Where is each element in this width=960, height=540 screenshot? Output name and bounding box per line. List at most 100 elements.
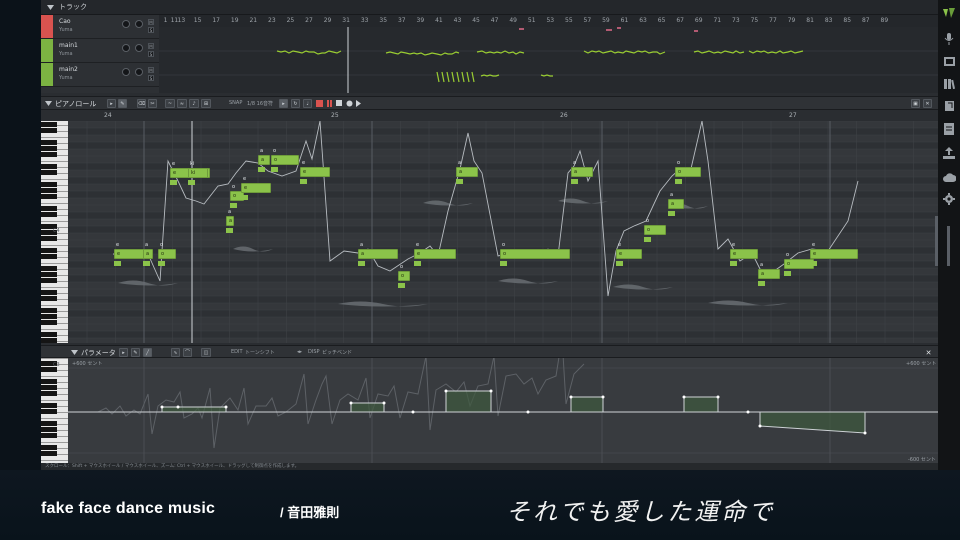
snap-value[interactable]: 1/8 16音符 (247, 100, 273, 107)
edit-parameter-select[interactable]: トーンシフト (245, 349, 275, 356)
gear-icon[interactable] (942, 192, 956, 206)
microphone-icon[interactable] (942, 32, 956, 46)
note-attribute-icon[interactable] (810, 261, 817, 266)
pan-knob[interactable] (135, 20, 143, 28)
param-smooth-button[interactable]: ⌒ (183, 348, 192, 357)
export-icon[interactable] (942, 146, 956, 160)
note-block[interactable]: e (241, 183, 271, 193)
black-key[interactable] (41, 194, 57, 199)
note-block[interactable]: ki (188, 168, 208, 178)
note-block[interactable]: o (398, 271, 410, 281)
note-block[interactable]: e (810, 249, 858, 259)
solo-button[interactable]: S (148, 27, 154, 33)
track-row[interactable]: Cao Yuma M S (41, 15, 159, 39)
note-attribute-icon[interactable] (188, 180, 195, 185)
black-key[interactable] (41, 421, 57, 426)
solo-button[interactable]: S (148, 75, 154, 81)
note-attribute-icon[interactable] (143, 261, 150, 266)
piano-roll-ruler[interactable]: 24 25 26 27 (68, 111, 938, 121)
record-icon[interactable] (316, 100, 323, 107)
black-key[interactable] (41, 427, 57, 432)
note-block[interactable]: a (456, 167, 478, 177)
eraser-tool-button[interactable]: ⌫ (137, 99, 146, 108)
note-attribute-icon[interactable] (571, 179, 578, 184)
swap-icon[interactable]: ◂▸ (297, 349, 302, 355)
black-key[interactable] (41, 308, 57, 313)
note-attribute-icon[interactable] (241, 195, 248, 200)
mute-button[interactable]: M (148, 67, 154, 73)
black-key[interactable] (41, 122, 57, 127)
solo-button[interactable]: S (148, 51, 154, 57)
cloud-icon[interactable] (942, 170, 956, 184)
note-block[interactable]: o (500, 249, 570, 259)
note-block[interactable]: e (114, 249, 146, 259)
black-key[interactable] (41, 391, 57, 396)
note-attribute-icon[interactable] (170, 180, 177, 185)
select-tool-button[interactable]: ▸ (107, 99, 116, 108)
maximize-button[interactable]: ▣ (911, 99, 920, 108)
black-key[interactable] (41, 254, 57, 259)
track-lanes[interactable] (159, 27, 938, 93)
film-icon[interactable] (942, 54, 956, 68)
track-timeline-ruler[interactable]: 1 11 13 15 17 19 21 23 25 27 29 31 33 35 37 39 41 43 45 47 4… (159, 15, 938, 27)
param-line-button[interactable]: ╱ (143, 348, 152, 357)
note-block[interactable]: a (571, 167, 593, 177)
black-key[interactable] (41, 332, 57, 337)
black-key[interactable] (41, 278, 57, 283)
note-attribute-icon[interactable] (675, 179, 682, 184)
pan-knob[interactable] (135, 44, 143, 52)
skip-icon[interactable] (356, 100, 363, 107)
black-key[interactable] (41, 338, 57, 343)
note-attribute-icon[interactable] (114, 261, 121, 266)
black-key[interactable] (41, 128, 57, 133)
black-key[interactable] (41, 170, 57, 175)
black-key[interactable] (41, 182, 57, 187)
pitch-button[interactable]: ≈ (177, 99, 187, 108)
music-note-icon[interactable] (942, 98, 956, 112)
note-attribute-icon[interactable] (644, 237, 651, 242)
note-attribute-icon[interactable] (300, 179, 307, 184)
note-block[interactable]: a (226, 216, 234, 226)
loop-button[interactable]: ↻ (291, 99, 300, 108)
note-attribute-icon[interactable] (271, 167, 278, 172)
note-block[interactable]: e (300, 167, 330, 177)
track-row[interactable]: main1 Yuma M S (41, 39, 159, 63)
param-select-button[interactable]: ▸ (119, 348, 128, 357)
note-attribute-icon[interactable] (616, 261, 623, 266)
black-key[interactable] (41, 140, 57, 145)
black-key[interactable] (41, 206, 57, 211)
black-key[interactable] (41, 164, 57, 169)
note-block[interactable]: a (668, 199, 684, 209)
scissors-tool-button[interactable]: ✂ (148, 99, 157, 108)
collapse-chevron-icon[interactable] (47, 4, 54, 11)
volume-knob[interactable] (122, 44, 130, 52)
black-key[interactable] (41, 266, 57, 271)
black-key[interactable] (41, 272, 57, 277)
collapse-chevron-icon[interactable] (45, 100, 52, 107)
black-key[interactable] (41, 248, 57, 253)
volume-knob[interactable] (122, 20, 130, 28)
track-row[interactable]: main2 Yuma M S (41, 63, 159, 87)
black-key[interactable] (41, 236, 57, 241)
note-attribute-icon[interactable] (730, 261, 737, 266)
quantize-button[interactable]: ♪ (189, 99, 199, 108)
pan-knob[interactable] (135, 68, 143, 76)
note-attribute-icon[interactable] (500, 261, 507, 266)
note-attribute-icon[interactable] (358, 261, 365, 266)
display-parameter-select[interactable]: ピッチベンド (322, 349, 352, 356)
note-block[interactable]: o (675, 167, 701, 177)
black-key[interactable] (41, 409, 57, 414)
note-attribute-icon[interactable] (784, 271, 791, 276)
document-icon[interactable] (942, 122, 956, 136)
note-block[interactable]: e (414, 249, 456, 259)
black-key[interactable] (41, 385, 57, 390)
parameter-graph[interactable]: +600 セント +600 セント -600 セント (68, 358, 938, 463)
vibrato-button[interactable]: ~ (165, 99, 175, 108)
black-key[interactable] (41, 296, 57, 301)
stop-icon[interactable] (336, 100, 343, 107)
pencil-tool-button[interactable]: ✎ (118, 99, 127, 108)
mute-button[interactable]: M (148, 43, 154, 49)
note-attribute-icon[interactable] (758, 281, 765, 286)
library-icon[interactable] (942, 76, 956, 90)
note-attribute-icon[interactable] (230, 203, 237, 208)
